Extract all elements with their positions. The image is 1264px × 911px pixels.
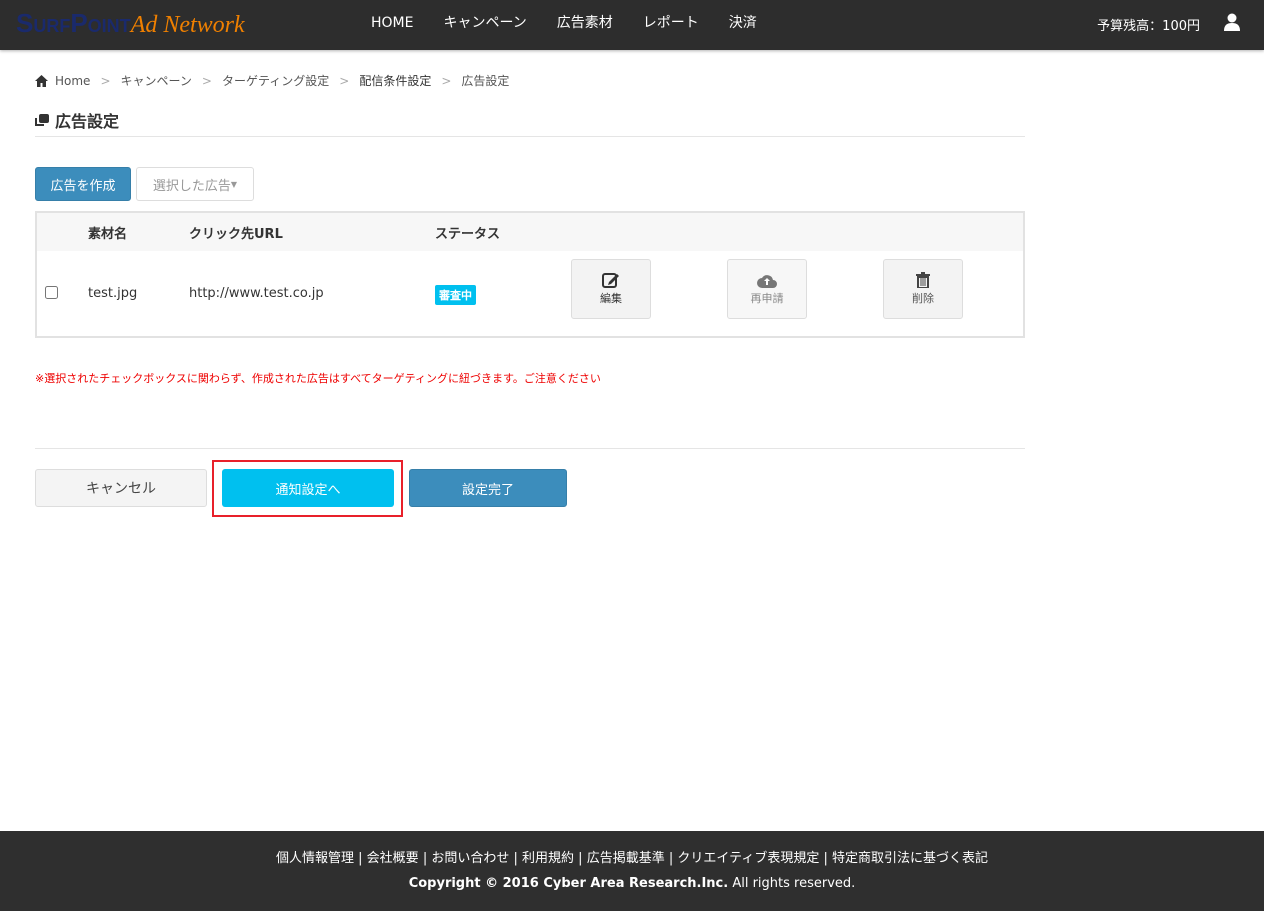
logo[interactable]: SurfPointAd Network [16,8,245,39]
caret-down-icon: ▼ [230,179,238,189]
user-icon[interactable] [1224,13,1240,31]
menu-creatives[interactable]: 広告素材 [542,0,628,46]
edit-icon [602,273,619,288]
clone-icon [35,113,49,126]
copyright: Copyright © 2016 Cyber Area Research.Inc… [408,876,856,891]
menu-payment[interactable]: 決済 [714,0,772,46]
reapply-button[interactable]: 再申請 [727,259,807,319]
status-badge: 審査中 [435,285,476,305]
footer-link[interactable]: 個人情報管理 [276,851,354,866]
footer-link[interactable]: 特定商取引法に基づく表記 [832,851,988,866]
main-menu: HOME キャンペーン 広告素材 レポート 決済 [356,0,772,46]
budget-balance: 予算残高：100円 [1097,19,1200,34]
footer-link[interactable]: お問い合わせ [431,851,509,866]
breadcrumb-campaign[interactable]: キャンペーン [121,72,192,89]
home-icon [35,74,48,87]
selected-ads-dropdown[interactable]: 選択した広告 ▼ [136,167,254,201]
footer-link[interactable]: 利用規約 [522,851,574,866]
footer-links: 個人情報管理 | 会社概要 | お問い合わせ | 利用規約 | 広告掲載基準 |… [276,851,988,866]
row-checkbox[interactable] [45,286,58,299]
top-navbar: SurfPointAd Network HOME キャンペーン 広告素材 レポー… [0,0,1264,50]
page-title: 広告設定 [35,108,119,132]
breadcrumb-current: 広告設定 [461,74,510,88]
breadcrumb-home[interactable]: Home [55,74,90,88]
edit-button[interactable]: 編集 [571,259,651,319]
footer-link[interactable]: 広告掲載基準 [587,851,665,866]
divider [35,136,1025,137]
notification-settings-button[interactable]: 通知設定へ [222,469,394,507]
breadcrumb-delivery[interactable]: 配信条件設定 [359,72,431,89]
table-header: 素材名 クリック先URL ステータス [37,213,1023,251]
cloud-upload-icon [757,274,777,288]
footer: 個人情報管理 | 会社概要 | お問い合わせ | 利用規約 | 広告掲載基準 |… [0,831,1264,911]
menu-home[interactable]: HOME [356,0,428,46]
complete-settings-button[interactable]: 設定完了 [409,469,567,507]
breadcrumb: Home > キャンペーン > ターゲティング設定 > 配信条件設定 > 広告設定 [35,72,509,89]
delete-button[interactable]: 削除 [883,259,963,319]
divider [35,448,1025,449]
breadcrumb-targeting[interactable]: ターゲティング設定 [222,72,329,89]
warning-note: ※選択されたチェックボックスに関わらず、作成された広告はすべてターゲティングに紐… [35,372,601,385]
menu-report[interactable]: レポート [628,0,714,46]
create-ad-button[interactable]: 広告を作成 [35,167,131,201]
menu-campaign[interactable]: キャンペーン [428,0,541,46]
cancel-button[interactable]: キャンセル [35,469,207,507]
footer-link[interactable]: クリエイティブ表現規定 [677,851,819,866]
footer-link[interactable]: 会社概要 [367,851,419,866]
trash-icon [916,272,930,288]
ads-table: 素材名 クリック先URL ステータス test.jpg http://www.t… [35,211,1025,338]
